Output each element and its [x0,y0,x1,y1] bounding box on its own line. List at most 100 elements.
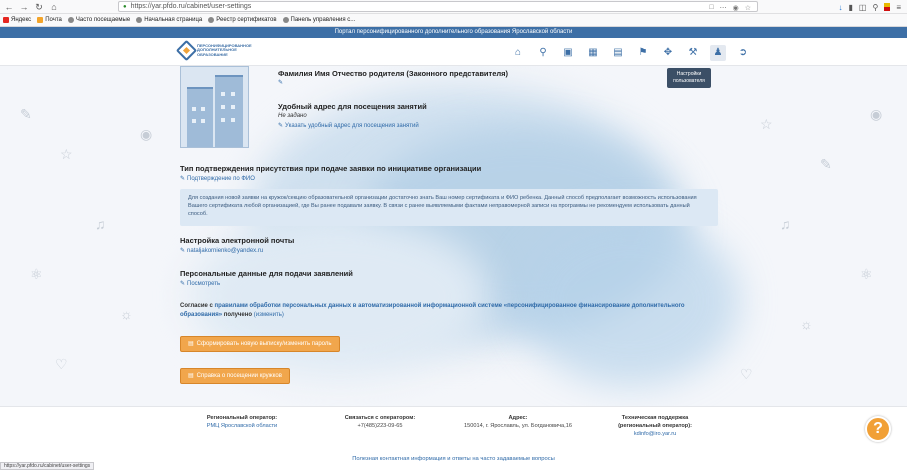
bookmark-star-icon[interactable]: ☆ [745,4,751,12]
note-doodle-icon: ♫ [780,216,791,232]
megaphone-nav-icon[interactable]: ⚑ [635,45,651,61]
window-shape [231,92,235,96]
email-title: Настройка электронной почты [180,236,295,245]
address-value: Не задано [278,113,307,119]
bookmark-yandex[interactable]: Яндекс [3,17,31,23]
window-shape [221,105,225,109]
bookmark-registry[interactable]: Реестр сертификатов [208,17,277,23]
heart-doodle-icon: ♡ [55,356,68,372]
email-link[interactable]: ✎ nataljakornienko@yandex.ru [180,247,263,254]
page: Портал персонифицированного дополнительн… [0,27,907,470]
address-title: Удобный адрес для посещения занятий [278,102,427,111]
browser-navbar: ← → ↻ ⌂ ● https://yar.pfdo.ru/cabinet/us… [0,0,907,14]
footer-support: Техническая поддержка (региональный опер… [600,414,710,438]
document-nav-icon[interactable]: ▤ [610,45,626,61]
pencil-doodle-icon: ✎ [20,106,32,122]
new-statement-button[interactable]: ▤ Сформировать новую выписку/изменить па… [180,336,340,352]
home-icon[interactable]: ⌂ [48,1,60,13]
address-bar-url[interactable]: https://yar.pfdo.ru/cabinet/user-setting… [131,3,252,10]
bookmarks-bar: Яндекс Почта Часто посещаемые Начальная … [0,14,907,27]
new-statement-label: Сформировать новую выписку/изменить паро… [196,341,332,347]
reader-icon[interactable]: □ [709,4,713,11]
consent-suffix: получено [223,312,253,318]
bookmark-label: Часто посещаемые [75,17,131,23]
footer-operator: Региональный оператор: РМЦ Ярославской о… [192,414,292,430]
site-logo[interactable]: Персонифицированное дополнительное образ… [175,39,267,62]
bookmark-label: Почта [45,17,62,23]
confirmation-link[interactable]: ✎ Подтверждение по ФИО [180,175,255,182]
more-icon[interactable]: ⋯ [720,4,727,12]
user-settings-tooltip: Настройки пользователя [667,68,711,88]
top-nav: ⌂ ⚲ ▣ ▦ ▤ ⚑ ✥ ⚒ ♟ ➲ [510,45,751,61]
sidebar-icon[interactable]: ◫ [859,3,867,12]
bookmark-label: Панель управления с... [290,17,356,23]
wash-blob [520,216,740,386]
pencil-icon: ✎ [180,176,186,182]
gear-icon [67,17,74,23]
bookmark-label: Начальная страница [144,17,203,23]
menu-icon[interactable]: ≡ [896,3,901,12]
home-nav-icon[interactable]: ⌂ [510,45,526,61]
personal-link[interactable]: ✎ Посмотреть [180,280,220,287]
footer-operator-link[interactable]: РМЦ Ярославской области [192,422,292,430]
bookmark-mail[interactable]: Почта [37,17,62,23]
pocket-icon[interactable]: ◉ [733,4,739,12]
mail-icon [37,17,44,23]
palette-doodle-icon: ◉ [870,106,883,122]
address-link-label: Указать удобный адрес для посещения заня… [285,123,419,129]
building-shape [187,87,213,147]
trophy-nav-icon[interactable]: ⚒ [685,45,701,61]
calendar-nav-icon[interactable]: ▦ [585,45,601,61]
attendance-certificate-button[interactable]: ▤ Справка о посещении кружков [180,368,290,384]
download-icon[interactable]: ↓ [839,3,843,12]
bookmark-panel[interactable]: Панель управления с... [282,17,356,23]
atom-doodle-icon: ⚛ [860,266,873,282]
star-doodle-icon: ☆ [760,116,773,132]
wallet-nav-icon[interactable]: ▣ [560,45,576,61]
library-icon[interactable]: ▮ [849,3,853,12]
status-bar-url: https://yar.pfdo.ru/cabinet/user-setting… [0,462,95,470]
back-icon[interactable]: ← [3,1,15,13]
reload-icon[interactable]: ↻ [33,1,45,13]
parent-name-edit[interactable]: ✎ [278,79,285,86]
logout-nav-icon[interactable]: ➲ [735,45,751,61]
confirmation-link-label: Подтверждение по ФИО [187,176,255,182]
parent-name-title: Фамилия Имя Отчество родителя (Законного… [278,69,509,78]
portal-bar: Портал персонифицированного дополнительн… [0,27,907,38]
bookmark-start[interactable]: Начальная страница [136,17,202,23]
help-button[interactable]: ? [865,416,891,442]
confirmation-title: Тип подтверждения присутствия при подаче… [180,164,482,173]
building-shape [215,75,243,147]
window-shape [192,107,196,111]
personal-link-label: Посмотреть [187,281,221,287]
window-shape [221,92,225,96]
pencil-doodle-icon: ✎ [820,156,832,172]
address-bar[interactable]: ● https://yar.pfdo.ru/cabinet/user-setti… [118,1,758,12]
star-doodle-icon: ☆ [60,146,73,162]
window-shape [201,119,205,123]
footer-address: Адрес: 150014, г. Ярославль, ул. Богдано… [448,414,588,430]
footer-faq-link[interactable]: Полезная контактная информация и ответы … [0,456,907,462]
footer-contact: Связаться с оператором: +7(485)223-09-65 [330,414,430,430]
confirmation-info-box: Для создания новой заявки на кружок/секц… [180,189,718,226]
cart-icon[interactable]: ⚲ [872,3,878,12]
yandex-icon [3,17,9,23]
footer-support-title: Техническая поддержка (региональный опер… [618,415,692,429]
footer-address-title: Адрес: [508,415,528,421]
logo-icon [175,39,198,62]
footer-contact-title: Связаться с оператором: [344,415,416,421]
building-illustration [180,66,249,148]
footer-address-value: 150014, г. Ярославль, ул. Богдановича,16 [464,423,572,429]
footer-support-email[interactable]: kdinfo@iro.yar.ru [600,430,710,438]
pinwheel-nav-icon[interactable]: ✥ [660,45,676,61]
user-settings-nav-icon[interactable]: ♟ [710,45,726,61]
globe-icon [136,17,143,23]
forward-icon[interactable]: → [18,1,30,13]
bookmark-frequent[interactable]: Часто посещаемые [67,17,131,23]
consent-change-link[interactable]: (изменить) [254,312,284,318]
search-nav-icon[interactable]: ⚲ [535,45,551,61]
pencil-icon: ✎ [180,281,186,287]
extension-icon[interactable] [884,3,891,11]
attendance-certificate-label: Справка о посещении кружков [196,373,282,379]
address-link[interactable]: ✎ Указать удобный адрес для посещения зан… [278,122,419,129]
